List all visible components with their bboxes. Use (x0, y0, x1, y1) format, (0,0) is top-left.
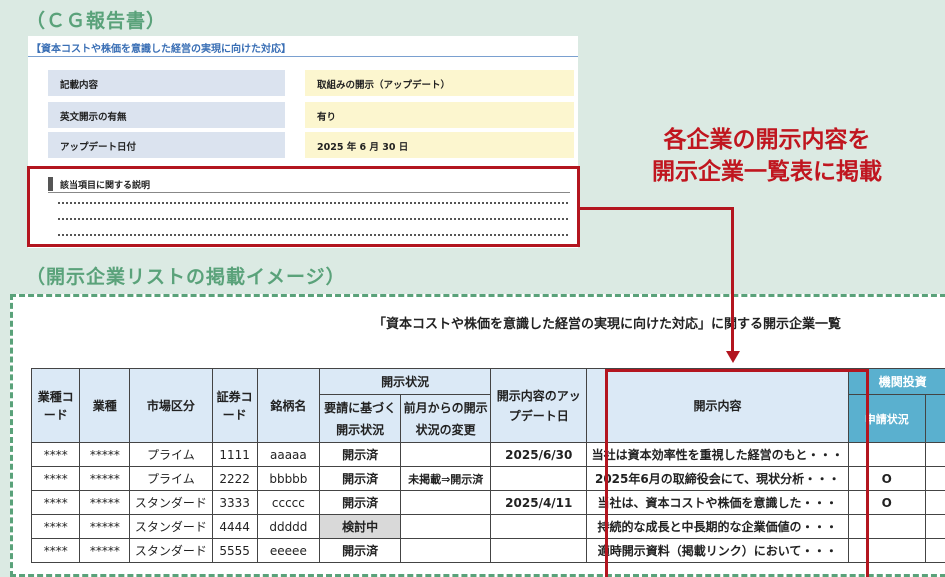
cell-security-code: 1111 (211, 442, 258, 467)
content-column-highlight-box (605, 369, 869, 577)
cell-status: 開示済 (319, 466, 402, 491)
header-status-group: 開示状況 (319, 368, 492, 395)
header-update-date: 開示内容のアップデート日 (490, 368, 588, 443)
cell-name: ddddd (256, 514, 321, 539)
cell-market: スタンダード (129, 514, 213, 539)
header-name: 銘柄名 (256, 368, 321, 443)
cell-status: 検討中 (319, 514, 402, 539)
cell-industry-code: **** (30, 538, 81, 563)
header-market: 市場区分 (129, 368, 213, 443)
header-investor-extra (924, 394, 945, 443)
cell-update-date (490, 538, 588, 563)
cell-market: プライム (129, 466, 213, 491)
cell-security-code: 3333 (211, 490, 258, 515)
cell-name: aaaaa (256, 442, 321, 467)
cell-market: プライム (129, 442, 213, 467)
cell-investor-extra (924, 466, 945, 491)
cell-market: スタンダード (129, 490, 213, 515)
arrow-down-icon (726, 351, 740, 363)
header-status-change: 前月からの開示状況の変更 (400, 394, 492, 443)
callout-line-1: 各企業の開示内容を (663, 127, 871, 153)
description-highlight-box (27, 166, 580, 247)
cell-security-code: 5555 (211, 538, 258, 563)
cell-industry-code: **** (30, 442, 81, 467)
cg-row-label: アップデート日付 (48, 132, 285, 158)
cell-industry-code: **** (30, 490, 81, 515)
cell-update-date: 2025/4/11 (490, 490, 588, 515)
header-status-request: 要請に基づく開示状況 (319, 394, 402, 443)
cg-row-label: 記載内容 (48, 70, 285, 96)
cg-row-label: 英文開示の有無 (48, 102, 285, 128)
cell-industry: ***** (79, 490, 131, 515)
cg-title-divider (28, 56, 578, 57)
cell-industry: ***** (79, 538, 131, 563)
cell-investor-extra (924, 442, 945, 467)
cg-row-english: 英文開示の有無 有り (48, 102, 574, 128)
cg-row-update-date: アップデート日付 2025 年 6 月 30 日 (48, 132, 574, 158)
cell-change (400, 514, 492, 539)
cell-investor-extra (924, 514, 945, 539)
cg-report-heading: （ＣＧ報告書） (26, 10, 167, 32)
arrow-connector-horizontal (578, 207, 734, 210)
cell-industry-code: **** (30, 514, 81, 539)
cell-investor-extra (924, 490, 945, 515)
cell-status: 開示済 (319, 490, 402, 515)
cell-industry-code: **** (30, 466, 81, 491)
cell-industry: ***** (79, 466, 131, 491)
list-title: 「資本コストや株価を意識した経営の実現に向けた対応」に関する開示企業一覧 (373, 317, 842, 332)
cell-security-code: 2222 (211, 466, 258, 491)
callout-line-2: 開示企業一覧表に掲載 (652, 159, 882, 185)
cell-change (400, 442, 492, 467)
cell-change (400, 538, 492, 563)
arrow-connector-vertical (731, 207, 734, 352)
cell-industry: ***** (79, 514, 131, 539)
cell-name: bbbbb (256, 466, 321, 491)
header-security-code: 証券コード (211, 368, 258, 443)
cell-status: 開示済 (319, 538, 402, 563)
cell-update-date: 2025/6/30 (490, 442, 588, 467)
header-industry-code: 業種コード (30, 368, 81, 443)
cell-market: スタンダード (129, 538, 213, 563)
cell-change: 未掲載⇒開示済 (400, 466, 492, 491)
callout-text: 各企業の開示内容を 開示企業一覧表に掲載 (602, 124, 932, 188)
cell-status: 開示済 (319, 442, 402, 467)
header-industry: 業種 (79, 368, 131, 443)
cg-row-value: 取組みの開示（アップデート） (305, 70, 574, 96)
cell-security-code: 4444 (211, 514, 258, 539)
cell-update-date (490, 466, 588, 491)
cell-name: ccccc (256, 490, 321, 515)
cell-change (400, 490, 492, 515)
cg-report-title: 【資本コストや株価を意識した経営の実現に向けた対応】 (31, 44, 291, 55)
cell-industry: ***** (79, 442, 131, 467)
cg-row-value: 有り (305, 102, 574, 128)
cell-investor-extra (924, 538, 945, 563)
cell-update-date (490, 514, 588, 539)
cell-name: eeeee (256, 538, 321, 563)
cg-row-content: 記載内容 取組みの開示（アップデート） (48, 70, 574, 96)
list-image-heading: （開示企業リストの掲載イメージ） (26, 266, 346, 288)
cg-row-value: 2025 年 6 月 30 日 (305, 132, 574, 158)
disclosure-list-panel: 「資本コストや株価を意識した経営の実現に向けた対応」に関する開示企業一覧 業種コ… (10, 294, 945, 577)
